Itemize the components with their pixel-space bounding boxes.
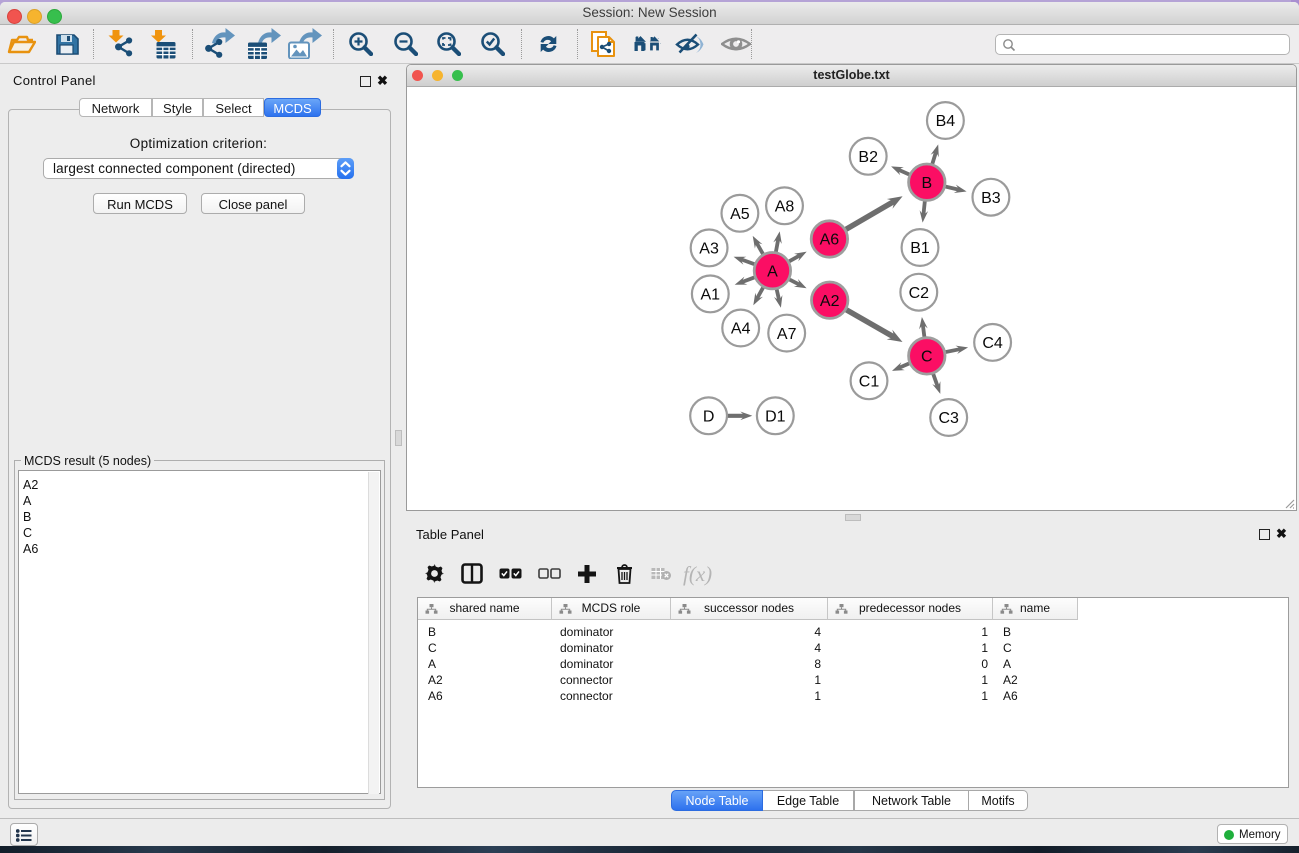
svg-text:D: D xyxy=(703,408,715,425)
svg-text:B4: B4 xyxy=(936,113,956,130)
svg-text:B1: B1 xyxy=(910,240,930,257)
svg-text:A2: A2 xyxy=(820,292,840,309)
svg-text:C2: C2 xyxy=(909,284,930,301)
svg-text:A3: A3 xyxy=(699,240,719,257)
svg-text:A7: A7 xyxy=(777,325,797,342)
svg-text:D1: D1 xyxy=(765,408,786,425)
svg-text:B3: B3 xyxy=(981,189,1001,206)
svg-text:A5: A5 xyxy=(730,206,750,223)
svg-text:A8: A8 xyxy=(775,198,795,215)
svg-text:A: A xyxy=(767,263,778,280)
svg-text:C: C xyxy=(921,348,933,365)
svg-text:C3: C3 xyxy=(938,410,959,427)
svg-text:B: B xyxy=(921,174,932,191)
svg-text:B2: B2 xyxy=(858,149,878,166)
svg-text:A1: A1 xyxy=(701,286,721,303)
svg-text:A6: A6 xyxy=(820,231,840,248)
svg-text:C4: C4 xyxy=(982,335,1003,352)
svg-text:A4: A4 xyxy=(731,320,751,337)
svg-text:C1: C1 xyxy=(859,373,880,390)
